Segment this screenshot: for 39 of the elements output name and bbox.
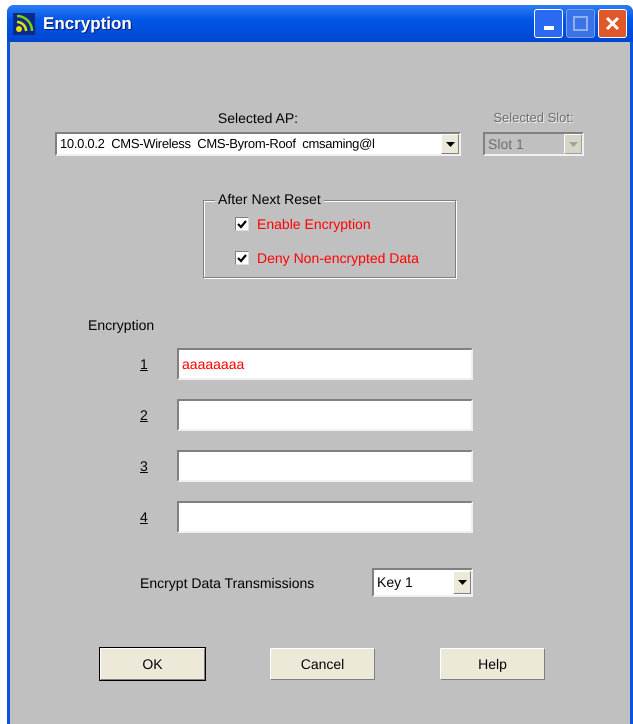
input-field[interactable] — [177, 450, 473, 482]
minimize-icon — [544, 26, 554, 30]
checkbox-label: Deny Non-encrypted Data — [257, 249, 419, 268]
dropdown-value: 10.0.0.2 CMS-Wireless CMS-Byrom-Roof cmsaming@l — [59, 135, 376, 154]
close-button[interactable] — [598, 9, 627, 38]
input-field[interactable] — [177, 399, 473, 431]
caret-icon — [446, 142, 454, 146]
key-number-label: 2 — [140, 406, 149, 425]
dropdown-arrow-button[interactable] — [441, 134, 459, 154]
key-dropdown[interactable]: Key 1 — [372, 568, 473, 597]
dropdown-value: Key 1 — [376, 573, 414, 592]
dialog-button[interactable]: Help — [440, 648, 545, 680]
checkbox[interactable] — [235, 217, 249, 231]
dialog-button[interactable]: Cancel — [270, 648, 375, 680]
checkmark-icon — [237, 254, 247, 262]
key-number-label: 4 — [140, 508, 149, 527]
input-field[interactable]: aaaaaaaa — [177, 348, 473, 380]
field-label: Selected AP: — [218, 109, 298, 128]
field-label: Encrypt Data Transmissions — [140, 574, 316, 592]
maximize-button[interactable] — [566, 9, 595, 38]
checkmark-icon — [237, 220, 247, 228]
section-label: Encryption — [88, 316, 156, 335]
field-label: Selected Slot: — [493, 109, 574, 127]
maximize-icon — [573, 16, 588, 31]
dialog-button[interactable]: OK — [100, 648, 205, 680]
window-title: Encryption — [43, 12, 132, 35]
dropdown-arrow-button[interactable] — [453, 571, 471, 594]
checkbox-label: Enable Encryption — [257, 215, 371, 234]
minimize-button[interactable] — [534, 9, 563, 38]
wireless-signal-icon — [13, 12, 35, 34]
access-point-dropdown[interactable]: 10.0.0.2 CMS-Wireless CMS-Byrom-Roof cmsaming@l — [55, 132, 461, 156]
checkbox[interactable] — [235, 251, 249, 265]
caret-icon — [568, 142, 578, 146]
input-field[interactable] — [177, 501, 473, 533]
dropdown-value: Slot 1 — [487, 134, 525, 154]
key-number-label: 1 — [140, 355, 149, 374]
key-number-label: 3 — [140, 457, 149, 476]
caret-icon — [458, 580, 466, 585]
close-icon — [605, 16, 620, 31]
